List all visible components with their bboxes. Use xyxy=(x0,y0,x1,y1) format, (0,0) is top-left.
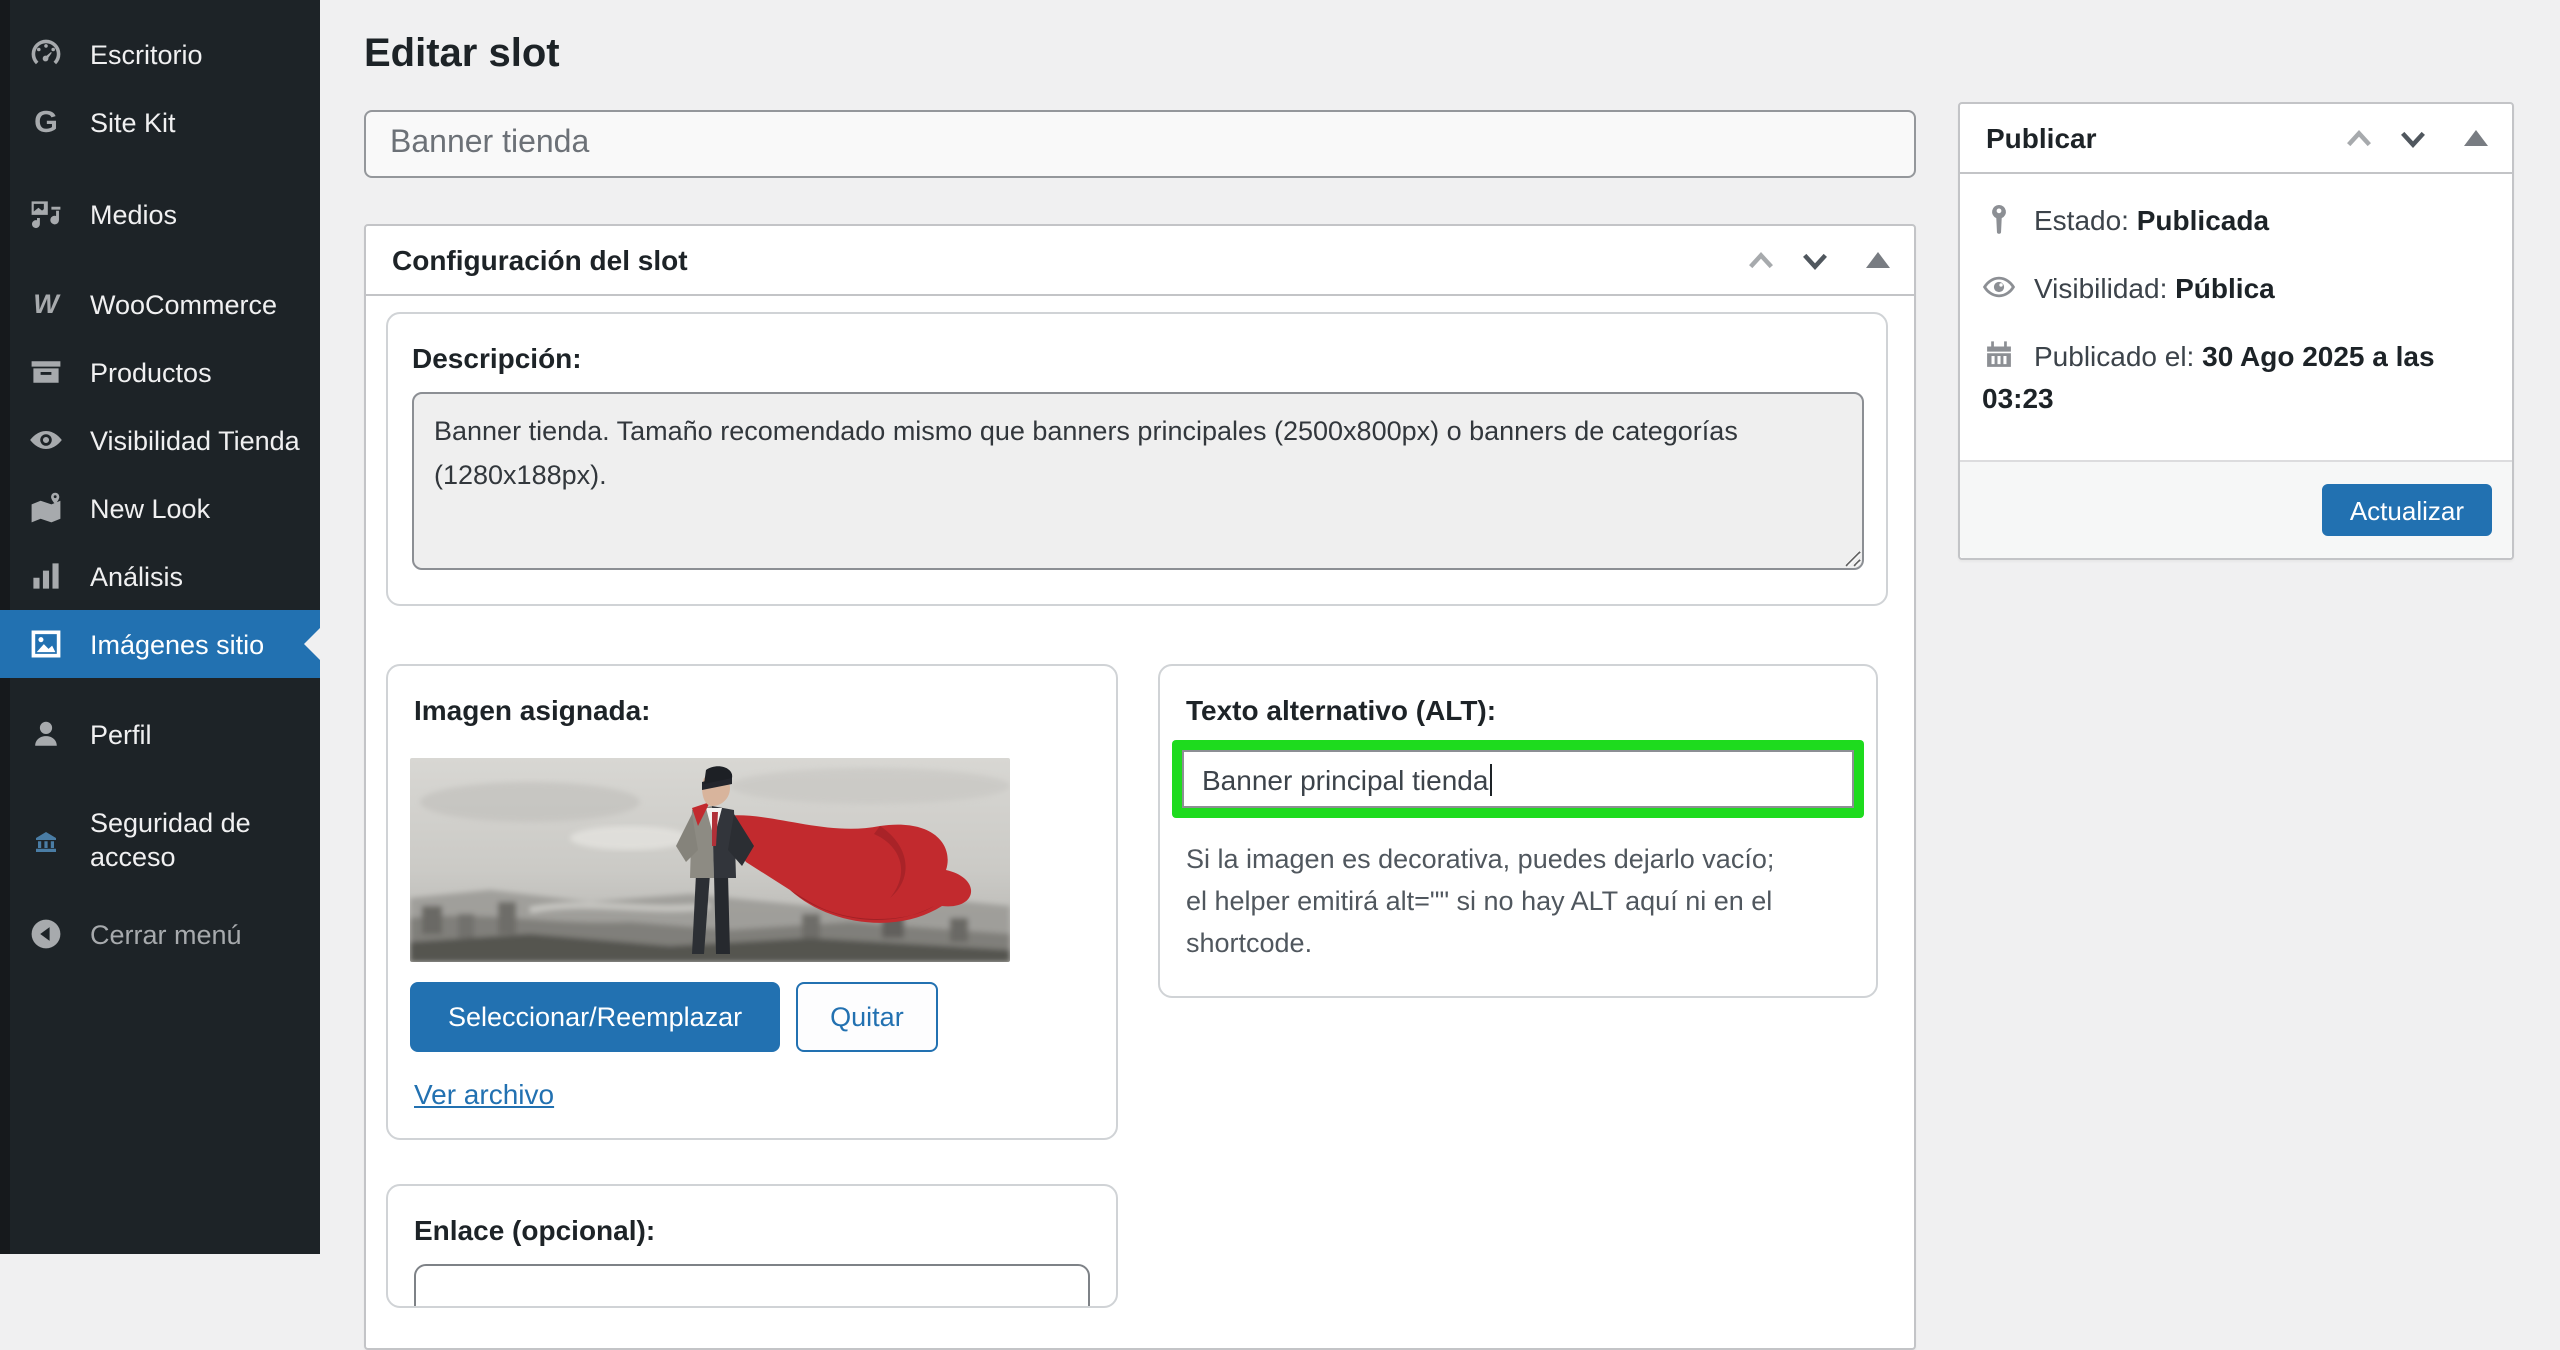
sidebar-item-label: Medios xyxy=(90,199,177,229)
select-replace-button[interactable]: Seleccionar/Reemplazar xyxy=(410,982,780,1052)
sidebar-item-label: Seguridad de acceso xyxy=(90,806,290,874)
sidebar-item-seguridad-de-acceso[interactable]: Seguridad de acceso xyxy=(0,792,320,888)
status-row: Estado: Publicada xyxy=(1982,200,2490,242)
publish-title: Publicar xyxy=(1986,122,2344,154)
slot-title-input[interactable] xyxy=(364,110,1916,178)
description-card: Descripción: Banner tienda. Tamaño recom… xyxy=(386,312,1888,606)
sidebar-item-label: Cerrar menú xyxy=(90,919,242,949)
move-up-icon[interactable] xyxy=(2344,123,2374,153)
sidebar-item-imagenes-sitio[interactable]: Imágenes sitio xyxy=(0,610,320,678)
visibility-row: Visibilidad: Pública xyxy=(1982,268,2490,310)
toggle-panel-icon[interactable] xyxy=(1866,252,1890,268)
fields-row: Imagen asignada: xyxy=(386,664,1888,1140)
move-up-icon[interactable] xyxy=(1746,245,1776,275)
toggle-panel-icon[interactable] xyxy=(2464,130,2488,146)
alt-text-value: Banner principal tienda xyxy=(1202,763,1488,795)
sidebar-item-label: WooCommerce xyxy=(90,289,277,319)
sidebar-item-escritorio[interactable]: Escritorio xyxy=(0,20,320,88)
slot-config-body: Descripción: Banner tienda. Tamaño recom… xyxy=(366,296,1914,1348)
slot-config-postbox: Configuración del slot Descripción: Bann… xyxy=(364,224,1916,1350)
svg-text:G: G xyxy=(34,105,58,139)
banner-image-thumbnail xyxy=(410,758,1010,962)
move-down-icon[interactable] xyxy=(1800,245,1830,275)
sidebar-item-cerrar-menu[interactable]: Cerrar menú xyxy=(0,900,320,968)
sidebar-item-productos[interactable]: Productos xyxy=(0,338,320,406)
sidebar-item-label: Site Kit xyxy=(90,107,176,137)
highlight-frame: Banner principal tienda xyxy=(1172,740,1864,818)
sidebar-item-label: Análisis xyxy=(90,561,183,591)
description-label: Descripción: xyxy=(412,342,1862,374)
link-input[interactable] xyxy=(414,1264,1090,1308)
image-icon xyxy=(28,626,64,662)
main-column: Editar slot Configuración del slot Descr… xyxy=(364,0,1916,1350)
svg-text:W: W xyxy=(33,289,61,319)
move-down-icon[interactable] xyxy=(2398,123,2428,153)
sidebar-item-woocommerce[interactable]: W WooCommerce xyxy=(0,270,320,338)
admin-sidebar: Escritorio G Site Kit Medios W WooCommer… xyxy=(0,0,320,1254)
alt-text-card: Texto alternativo (ALT): Banner principa… xyxy=(1158,664,1878,998)
collapse-arrow-icon xyxy=(28,916,64,952)
text-caret xyxy=(1490,763,1492,795)
eye-icon xyxy=(28,422,64,458)
media-icon xyxy=(28,196,64,232)
sidebar-item-label: Escritorio xyxy=(90,39,203,69)
view-file-link[interactable]: Ver archivo xyxy=(414,1078,554,1110)
description-textarea[interactable]: Banner tienda. Tamaño recomendado mismo … xyxy=(412,392,1864,570)
sidebar-item-perfil[interactable]: Perfil xyxy=(0,700,320,768)
image-buttons-row: Seleccionar/Reemplazar Quitar xyxy=(410,982,1090,1052)
sidebar-item-new-look[interactable]: New Look xyxy=(0,474,320,542)
sidebar-item-medios[interactable]: Medios xyxy=(0,180,320,248)
wp-admin-page: Escritorio G Site Kit Medios W WooCommer… xyxy=(0,0,2560,1254)
woocommerce-w-icon: W xyxy=(28,286,64,322)
security-shield-icon xyxy=(28,822,64,858)
postbox-controls xyxy=(1746,245,1890,275)
calendar-icon xyxy=(1982,338,2016,372)
publish-postbox: Publicar Estado: Publicada xyxy=(1958,102,2514,560)
sidebar-item-label: Visibilidad Tienda xyxy=(90,425,300,455)
sidebar-item-label: Imágenes sitio xyxy=(90,629,264,659)
link-card: Enlace (opcional): xyxy=(386,1184,1118,1308)
pin-status-icon xyxy=(1982,202,2016,236)
sidebar-item-visibilidad-tienda[interactable]: Visibilidad Tienda xyxy=(0,406,320,474)
published-date-row: Publicado el: 30 Ago 2025 a las 03:23 xyxy=(1982,336,2490,420)
map-pin-icon xyxy=(28,490,64,526)
status-value: Publicada xyxy=(2137,204,2269,236)
bar-chart-icon xyxy=(28,558,64,594)
update-button[interactable]: Actualizar xyxy=(2322,484,2492,536)
publish-footer: Actualizar xyxy=(1960,462,2512,558)
visibility-label: Visibilidad: xyxy=(2034,272,2167,304)
remove-button[interactable]: Quitar xyxy=(796,982,938,1052)
postbox-title: Configuración del slot xyxy=(392,244,1746,276)
link-label: Enlace (opcional): xyxy=(414,1214,1090,1246)
assigned-image-card: Imagen asignada: xyxy=(386,664,1118,1140)
publish-body: Estado: Publicada Visibilidad: Pública P… xyxy=(1960,174,2512,462)
admin-menu: Escritorio G Site Kit Medios W WooCommer… xyxy=(0,0,320,968)
published-label: Publicado el: xyxy=(2034,340,2194,372)
sidebar-item-site-kit[interactable]: G Site Kit xyxy=(0,88,320,156)
visibility-eye-icon xyxy=(1982,270,2016,304)
visibility-value: Pública xyxy=(2175,272,2275,304)
sidebar-item-analisis[interactable]: Análisis xyxy=(0,542,320,610)
content-area: Editar slot Configuración del slot Descr… xyxy=(320,0,2560,1254)
alt-text-input[interactable]: Banner principal tienda xyxy=(1182,750,1854,808)
alt-text-label: Texto alternativo (ALT): xyxy=(1186,694,1850,726)
user-icon xyxy=(28,716,64,752)
page-title: Editar slot xyxy=(364,26,1916,82)
slot-config-header[interactable]: Configuración del slot xyxy=(366,226,1914,296)
sidebar-item-label: New Look xyxy=(90,493,210,523)
publish-header[interactable]: Publicar xyxy=(1960,104,2512,174)
sidebar-item-label: Productos xyxy=(90,357,212,387)
sidebar-item-label: Perfil xyxy=(90,719,152,749)
status-label: Estado: xyxy=(2034,204,2129,236)
assigned-image-label: Imagen asignada: xyxy=(414,694,1090,726)
alt-help-text: Si la imagen es decorativa, puedes dejar… xyxy=(1186,838,1778,964)
side-column: Publicar Estado: Publicada xyxy=(1958,102,2514,560)
google-g-icon: G xyxy=(28,104,64,140)
publish-controls xyxy=(2344,123,2488,153)
dashboard-gauge-icon xyxy=(28,36,64,72)
product-box-icon xyxy=(28,354,64,390)
